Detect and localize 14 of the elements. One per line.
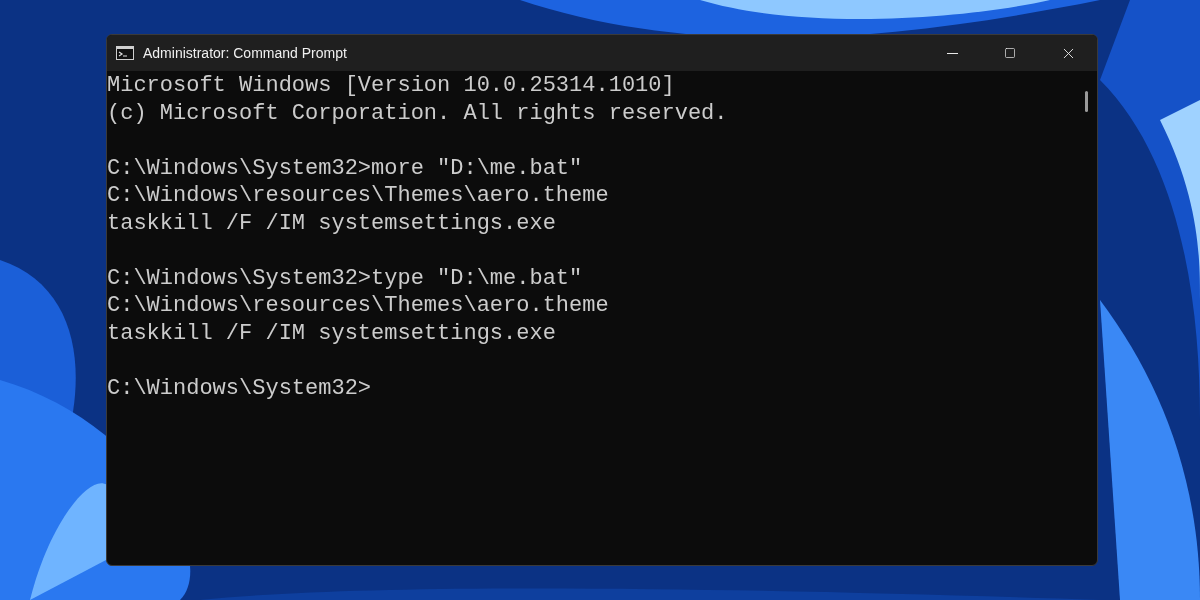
console-line: Microsoft Windows [Version 10.0.25314.1010]: [107, 72, 675, 100]
console-line: C:\Windows\resources\Themes\aero.theme: [107, 292, 609, 320]
console-line: C:\Windows\resources\Themes\aero.theme: [107, 182, 609, 210]
console-line: C:\Windows\System32>more "D:\me.bat": [107, 154, 583, 182]
console-line: (c) Microsoft Corporation. All rights reserved.: [107, 99, 728, 127]
console-line: taskkill /F /IM systemsettings.exe: [107, 319, 556, 347]
console-line: taskkill /F /IM systemsettings.exe: [107, 209, 556, 237]
scrollbar-thumb[interactable]: [1085, 91, 1088, 112]
maximize-icon: [1004, 47, 1016, 59]
console-line: C:\Windows\System32>type "D:\me.bat": [107, 264, 583, 292]
window-title: Administrator: Command Prompt: [143, 43, 347, 63]
minimize-icon: [946, 52, 958, 54]
console-line: C:\Windows\System32>: [107, 374, 372, 402]
console-icon: [116, 46, 134, 60]
